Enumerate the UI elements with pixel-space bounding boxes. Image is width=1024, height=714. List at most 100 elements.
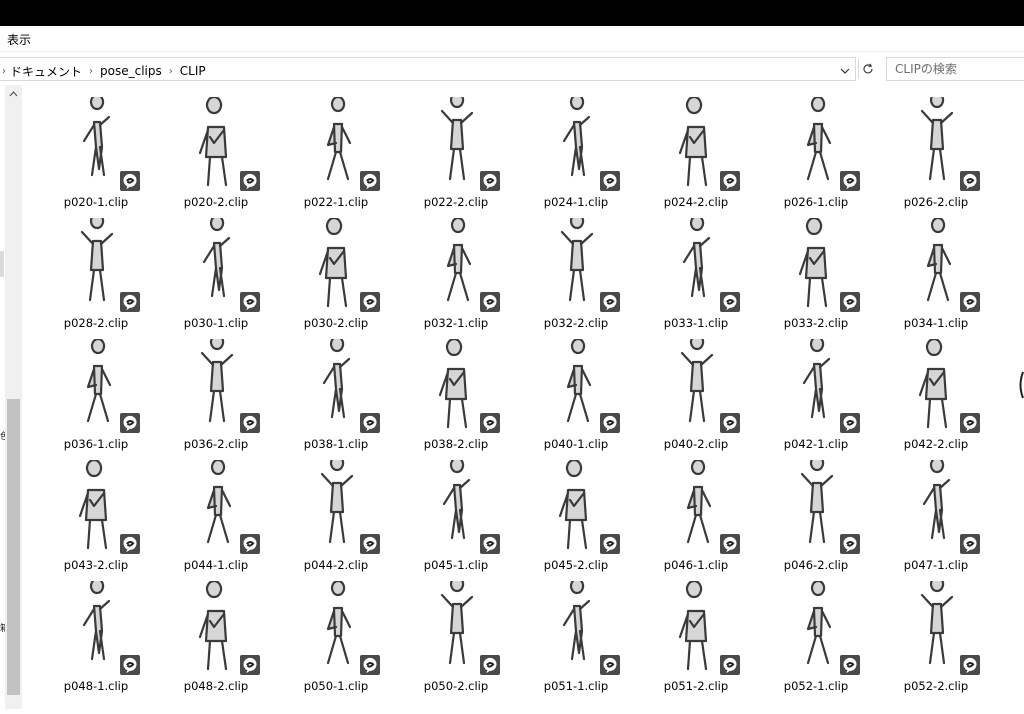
pose-thumbnail	[414, 456, 500, 558]
search-box[interactable]	[886, 57, 1024, 81]
pose-thumbnail	[294, 95, 380, 195]
chevron-right-icon[interactable]: ›	[169, 66, 173, 77]
pose-thumbnail	[774, 335, 860, 437]
file-item[interactable]: p038-1.clip	[280, 335, 392, 455]
file-item[interactable]: p030-2.clip	[280, 216, 392, 334]
file-name: p048-1.clip	[63, 679, 129, 693]
file-item[interactable]: p044-2.clip	[280, 454, 392, 576]
menu-view[interactable]: 表示	[7, 31, 31, 48]
chevron-right-icon[interactable]: ›	[89, 66, 93, 77]
clip-studio-icon	[120, 171, 140, 191]
file-name: p052-2.clip	[903, 679, 969, 693]
file-item[interactable]: p032-1.clip	[400, 216, 512, 334]
file-item[interactable]: p032-2.clip	[520, 212, 632, 334]
pose-thumbnail	[54, 212, 140, 316]
breadcrumb-clip[interactable]: CLIP	[180, 64, 206, 78]
pose-thumbnail	[894, 575, 980, 679]
address-dropdown-button[interactable]	[836, 62, 854, 80]
clip-studio-icon	[240, 292, 260, 312]
pose-thumbnail	[414, 337, 500, 437]
file-item[interactable]: p052-1.clip	[760, 579, 872, 697]
pose-thumbnail	[894, 337, 980, 437]
file-item[interactable]: p028-2.clip	[40, 212, 152, 334]
file-item[interactable]: p047-1.clip	[880, 456, 992, 576]
file-item[interactable]: p043-2.clip	[40, 458, 152, 576]
file-name: p050-2.clip	[423, 679, 489, 693]
pose-thumbnail	[654, 95, 740, 195]
clip-studio-icon	[840, 413, 860, 433]
file-item[interactable]: p045-2.clip	[520, 458, 632, 576]
clip-studio-icon	[360, 655, 380, 675]
pose-thumbnail	[654, 458, 740, 558]
file-item[interactable]: p033-1.clip	[640, 214, 752, 334]
file-item[interactable]: p045-1.clip	[400, 456, 512, 576]
file-item[interactable]: p052-2.clip	[880, 575, 992, 697]
clip-studio-icon	[120, 292, 140, 312]
file-item[interactable]: p024-2.clip	[640, 95, 752, 213]
file-item[interactable]: p046-2.clip	[760, 454, 872, 576]
pose-thumbnail	[774, 454, 860, 558]
file-item[interactable]: p042-1.clip	[760, 335, 872, 455]
pose-thumbnail	[654, 579, 740, 679]
file-item[interactable]: p022-1.clip	[280, 95, 392, 213]
nav-scrollbar[interactable]	[5, 85, 22, 709]
file-name: p032-2.clip	[543, 316, 609, 330]
file-item[interactable]: p036-2.clip	[160, 333, 272, 455]
file-item[interactable]: p040-2.clip	[640, 333, 752, 455]
clip-studio-icon	[840, 292, 860, 312]
file-item[interactable]: p050-2.clip	[400, 575, 512, 697]
file-item[interactable]: p026-1.clip	[760, 95, 872, 213]
file-item[interactable]: p026-2.clip	[880, 91, 992, 213]
file-name: p026-2.clip	[903, 195, 969, 209]
file-item[interactable]: p042-2.clip	[880, 337, 992, 455]
file-item[interactable]: p030-1.clip	[160, 214, 272, 334]
file-item[interactable]: p036-1.clip	[40, 337, 152, 455]
clip-studio-icon	[360, 171, 380, 191]
menu-bar: 表示	[0, 26, 1024, 52]
file-name: p046-2.clip	[783, 558, 849, 572]
scroll-up-icon[interactable]	[5, 91, 22, 103]
file-item[interactable]: p048-2.clip	[160, 579, 272, 697]
address-row: › ドキュメント › pose_clips › CLIP	[0, 55, 1024, 83]
search-input[interactable]	[895, 62, 1024, 76]
file-name: p052-1.clip	[783, 679, 849, 693]
file-item[interactable]: p024-1.clip	[520, 93, 632, 213]
file-name: p034-1.clip	[903, 316, 969, 330]
file-item[interactable]: p048-1.clip	[40, 577, 152, 697]
file-item[interactable]: p050-1.clip	[280, 579, 392, 697]
file-item[interactable]: p044-1.clip	[160, 458, 272, 576]
address-bar[interactable]: › ドキュメント › pose_clips › CLIP	[0, 57, 856, 81]
pose-thumbnail	[54, 337, 140, 437]
file-name: p033-2.clip	[783, 316, 849, 330]
scrollbar-thumb[interactable]	[7, 399, 20, 695]
pose-thumbnail	[654, 214, 740, 316]
file-name: p024-1.clip	[543, 195, 609, 209]
file-item[interactable]: p040-1.clip	[520, 337, 632, 455]
file-item[interactable]: p051-2.clip	[640, 579, 752, 697]
breadcrumb-pose-clips[interactable]: pose_clips	[100, 64, 162, 78]
file-item[interactable]: p038-2.clip	[400, 337, 512, 455]
clip-studio-icon	[720, 534, 740, 554]
clip-studio-icon	[120, 413, 140, 433]
file-item[interactable]: p033-2.clip	[760, 216, 872, 334]
file-item[interactable]: p020-2.clip	[160, 95, 272, 213]
file-item[interactable]: p022-2.clip	[400, 91, 512, 213]
clip-studio-icon	[480, 655, 500, 675]
clip-studio-icon	[360, 534, 380, 554]
refresh-button[interactable]	[858, 59, 876, 79]
file-name: p030-1.clip	[183, 316, 249, 330]
pose-thumbnail	[174, 579, 260, 679]
clip-studio-icon	[960, 413, 980, 433]
clip-studio-icon	[480, 171, 500, 191]
file-name: p038-1.clip	[303, 437, 369, 451]
file-name: p022-1.clip	[303, 195, 369, 209]
pose-thumbnail	[174, 214, 260, 316]
file-item[interactable]: p034-1.clip	[880, 216, 992, 334]
file-item[interactable]: p051-1.clip	[520, 577, 632, 697]
pose-thumbnail	[294, 335, 380, 437]
breadcrumb-documents[interactable]: ドキュメント	[10, 63, 82, 80]
file-item[interactable]: p046-1.clip	[640, 458, 752, 576]
file-item[interactable]: p020-1.clip	[40, 93, 152, 213]
chevron-right-icon: ›	[2, 65, 6, 77]
file-name: p046-1.clip	[663, 558, 729, 572]
